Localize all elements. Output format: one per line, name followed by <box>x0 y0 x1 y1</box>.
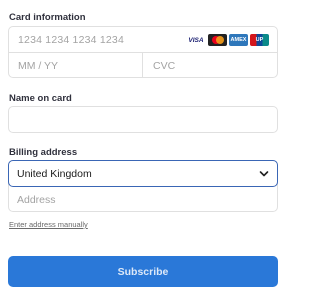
address-input[interactable]: Address <box>9 187 277 212</box>
chevron-down-icon <box>259 171 269 177</box>
name-on-card-label: Name on card <box>9 93 72 104</box>
visa-icon: VISA <box>186 34 206 46</box>
cvc-input[interactable]: CVC <box>144 53 277 78</box>
unionpay-icon: UP <box>250 34 269 46</box>
enter-address-manually-link[interactable]: Enter address manually <box>9 220 88 229</box>
country-select[interactable]: United Kingdom <box>8 160 278 187</box>
card-information-group: 1234 1234 1234 1234 VISA AMEX UP MM / YY… <box>8 26 278 78</box>
expiry-input[interactable]: MM / YY <box>9 53 143 78</box>
name-on-card-input[interactable] <box>8 106 278 133</box>
billing-address-label: Billing address <box>9 147 78 158</box>
amex-icon: AMEX <box>229 34 248 46</box>
billing-address-group: United Kingdom Address <box>8 160 278 212</box>
card-number-input[interactable]: 1234 1234 1234 1234 VISA AMEX UP <box>9 27 277 53</box>
card-information-label: Card information <box>9 12 86 23</box>
address-placeholder: Address <box>17 194 56 206</box>
cvc-placeholder: CVC <box>153 60 176 72</box>
mastercard-icon <box>208 34 227 46</box>
card-details-row: MM / YY CVC <box>9 53 277 78</box>
card-brands: VISA AMEX UP <box>186 34 269 46</box>
expiry-placeholder: MM / YY <box>18 60 59 72</box>
subscribe-button[interactable]: Subscribe <box>8 256 278 287</box>
card-number-placeholder: 1234 1234 1234 1234 <box>18 34 124 46</box>
country-selected-value: United Kingdom <box>17 168 92 180</box>
